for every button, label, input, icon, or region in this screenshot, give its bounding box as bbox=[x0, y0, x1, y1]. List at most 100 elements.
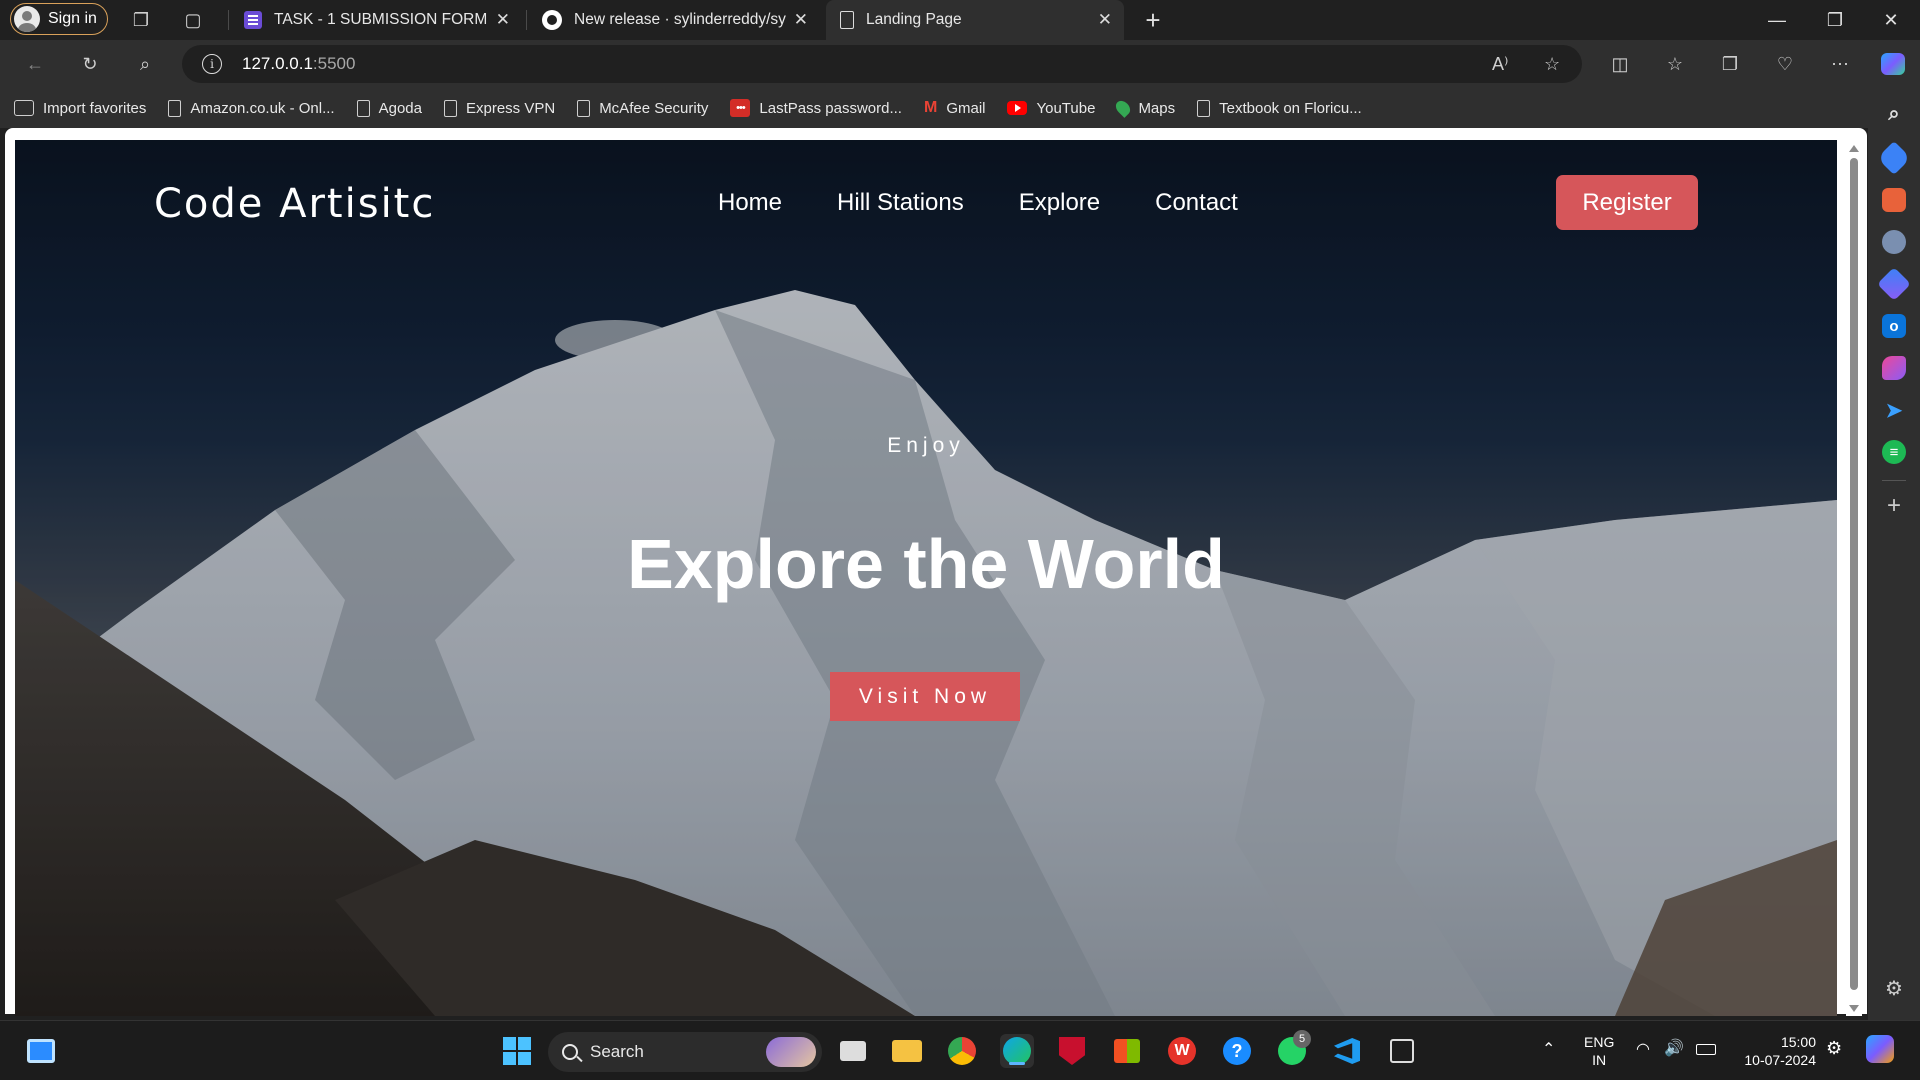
shopping-tag-icon[interactable] bbox=[1877, 141, 1911, 175]
tab-task-submission-form[interactable]: TASK - 1 SUBMISSION FORM ✕ bbox=[230, 0, 522, 40]
tab-github-release[interactable]: New release · sylinderreddy/sylin ✕ bbox=[528, 0, 820, 40]
page-icon bbox=[577, 99, 591, 117]
restore-icon[interactable]: ❐ bbox=[1806, 0, 1864, 40]
nav-link-explore[interactable]: Explore bbox=[1019, 189, 1100, 217]
bookmark-mcafee[interactable]: McAfee Security bbox=[577, 99, 708, 117]
scroll-up-arrow-icon[interactable] bbox=[1849, 145, 1859, 152]
bookmark-textbook[interactable]: Textbook on Floricu... bbox=[1197, 99, 1362, 117]
add-sidebar-app-icon[interactable]: + bbox=[1882, 492, 1906, 519]
register-button[interactable]: Register bbox=[1556, 175, 1698, 230]
copilot-icon[interactable] bbox=[1878, 49, 1908, 79]
bookmark-import-favorites[interactable]: Import favorites bbox=[14, 100, 146, 117]
scroll-down-arrow-icon[interactable] bbox=[1849, 1005, 1859, 1012]
page-icon bbox=[840, 11, 854, 29]
sidebar-settings-icon[interactable]: ⚙ bbox=[1882, 976, 1906, 1000]
profile-avatar-icon bbox=[14, 6, 40, 32]
microsoft-store-icon[interactable] bbox=[1110, 1034, 1144, 1068]
refresh-icon[interactable]: ↻ bbox=[75, 49, 105, 79]
collections-icon[interactable]: ❐ bbox=[1715, 49, 1745, 79]
mcafee-icon[interactable] bbox=[1055, 1034, 1089, 1068]
get-help-icon[interactable]: ? bbox=[1220, 1034, 1254, 1068]
tools-icon[interactable] bbox=[1882, 188, 1906, 212]
favorite-star-icon[interactable]: ☆ bbox=[1544, 45, 1560, 83]
chrome-icon[interactable] bbox=[945, 1034, 979, 1068]
close-tab-icon[interactable]: ✕ bbox=[496, 10, 510, 30]
site-info-icon[interactable]: i bbox=[202, 54, 222, 74]
search-highlight-icon bbox=[766, 1037, 816, 1067]
close-tab-icon[interactable]: ✕ bbox=[794, 10, 808, 30]
bookmark-maps[interactable]: Maps bbox=[1113, 98, 1175, 118]
search-icon[interactable]: ⌕ bbox=[130, 49, 160, 79]
notifications-icon[interactable]: ⚙ bbox=[1826, 1039, 1842, 1057]
start-button[interactable] bbox=[500, 1034, 534, 1068]
bookmark-agoda[interactable]: Agoda bbox=[356, 99, 422, 117]
language-indicator[interactable]: ENG IN bbox=[1584, 1033, 1614, 1069]
vscode-icon[interactable] bbox=[1330, 1034, 1364, 1068]
nav-link-hill-stations[interactable]: Hill Stations bbox=[837, 189, 964, 217]
nav-link-home[interactable]: Home bbox=[718, 189, 782, 217]
designer-icon[interactable] bbox=[1882, 356, 1906, 380]
close-tab-icon[interactable]: ✕ bbox=[1098, 10, 1112, 30]
scroll-thumb[interactable] bbox=[1850, 158, 1858, 990]
new-tab-button[interactable]: + bbox=[1138, 5, 1168, 36]
bookmark-lastpass[interactable]: ••• LastPass password... bbox=[730, 99, 902, 117]
page-icon bbox=[443, 99, 457, 117]
copilot-taskbar-icon[interactable] bbox=[1866, 1035, 1894, 1063]
wifi-icon[interactable]: ◠ bbox=[1636, 1041, 1650, 1059]
browser-essentials-icon[interactable]: ♡ bbox=[1770, 49, 1800, 79]
minimize-icon[interactable]: — bbox=[1748, 0, 1806, 40]
hero-kicker: Enjoy bbox=[887, 434, 965, 457]
visit-now-button[interactable]: Visit Now bbox=[830, 672, 1020, 721]
workspaces-icon[interactable]: ❐ bbox=[126, 5, 156, 35]
read-aloud-icon[interactable]: A⁾ bbox=[1492, 45, 1508, 83]
bookmark-gmail[interactable]: M Gmail bbox=[924, 99, 986, 117]
copilot-sidebar-icon[interactable] bbox=[1877, 267, 1911, 301]
hero-headline: Explore the World bbox=[627, 525, 1225, 603]
split-screen-icon[interactable]: ◫ bbox=[1605, 49, 1635, 79]
url-text: 127.0.0.1:5500 bbox=[242, 54, 356, 73]
whatsapp-icon[interactable]: 5 bbox=[1275, 1030, 1311, 1068]
address-bar[interactable]: i 127.0.0.1:5500 A⁾ ☆ bbox=[182, 45, 1582, 83]
tab-title: TASK - 1 SUBMISSION FORM bbox=[274, 11, 488, 28]
close-window-icon[interactable]: ✕ bbox=[1862, 0, 1920, 40]
nav-link-contact[interactable]: Contact bbox=[1155, 189, 1238, 217]
sidebar-separator bbox=[1882, 480, 1906, 481]
tab-landing-page[interactable]: Landing Page ✕ bbox=[826, 0, 1124, 40]
favorites-icon[interactable]: ☆ bbox=[1660, 49, 1690, 79]
outlook-icon[interactable]: o bbox=[1882, 314, 1906, 338]
edge-icon[interactable] bbox=[1000, 1034, 1034, 1068]
sign-in-button[interactable]: Sign in bbox=[10, 3, 108, 35]
telegram-icon[interactable]: ➤ bbox=[1882, 398, 1906, 422]
file-explorer-icon[interactable] bbox=[890, 1034, 924, 1068]
sign-in-label: Sign in bbox=[48, 10, 97, 27]
page-icon bbox=[168, 99, 182, 117]
back-icon[interactable]: ← bbox=[20, 49, 50, 79]
bookmark-amazon[interactable]: Amazon.co.uk - Onl... bbox=[168, 99, 335, 117]
sidebar-search-icon[interactable]: ⌕ bbox=[1882, 102, 1906, 126]
windows-taskbar: Search W ? 5 ⌃ ENG IN ◠ 🔊 15:00 10-07-2024… bbox=[0, 1020, 1920, 1080]
tab-bar: Sign in ❐ ▢ TASK - 1 SUBMISSION FORM ✕ N… bbox=[0, 0, 1920, 40]
games-icon[interactable] bbox=[1882, 230, 1906, 254]
edge-sidebar: ⌕ o ➤ ≡ + ⚙ bbox=[1868, 88, 1920, 1020]
address-toolbar: ← ↻ ⌕ i 127.0.0.1:5500 A⁾ ☆ ◫ ☆ ❐ ♡ ⋯ bbox=[0, 40, 1920, 88]
show-hidden-icons-icon[interactable]: ⌃ bbox=[1542, 1041, 1555, 1059]
widgets-icon[interactable] bbox=[24, 1034, 58, 1068]
taskbar-search[interactable]: Search bbox=[548, 1032, 822, 1072]
page-scrollbar[interactable] bbox=[1846, 140, 1862, 1016]
bookmark-express-vpn[interactable]: Express VPN bbox=[443, 99, 555, 117]
more-menu-icon[interactable]: ⋯ bbox=[1825, 49, 1855, 79]
task-view-icon[interactable] bbox=[836, 1034, 870, 1068]
bookmark-youtube[interactable]: YouTube bbox=[1007, 100, 1095, 117]
volume-icon[interactable]: 🔊 bbox=[1664, 1040, 1684, 1058]
tab-actions-icon[interactable]: ▢ bbox=[178, 5, 208, 35]
spotify-icon[interactable]: ≡ bbox=[1882, 440, 1906, 464]
main-menu: Home Hill Stations Explore Contact bbox=[718, 189, 1238, 217]
site-logo[interactable]: Code Artisitc bbox=[154, 181, 435, 227]
clock[interactable]: 15:00 10-07-2024 bbox=[1736, 1033, 1816, 1069]
favorites-bar: Import favorites Amazon.co.uk - Onl... A… bbox=[0, 88, 1920, 128]
battery-icon[interactable] bbox=[1696, 1041, 1716, 1059]
whatsapp-badge: 5 bbox=[1293, 1030, 1311, 1048]
snipping-tool-icon[interactable] bbox=[1385, 1034, 1419, 1068]
wps-office-icon[interactable]: W bbox=[1165, 1034, 1199, 1068]
import-icon bbox=[14, 100, 34, 116]
